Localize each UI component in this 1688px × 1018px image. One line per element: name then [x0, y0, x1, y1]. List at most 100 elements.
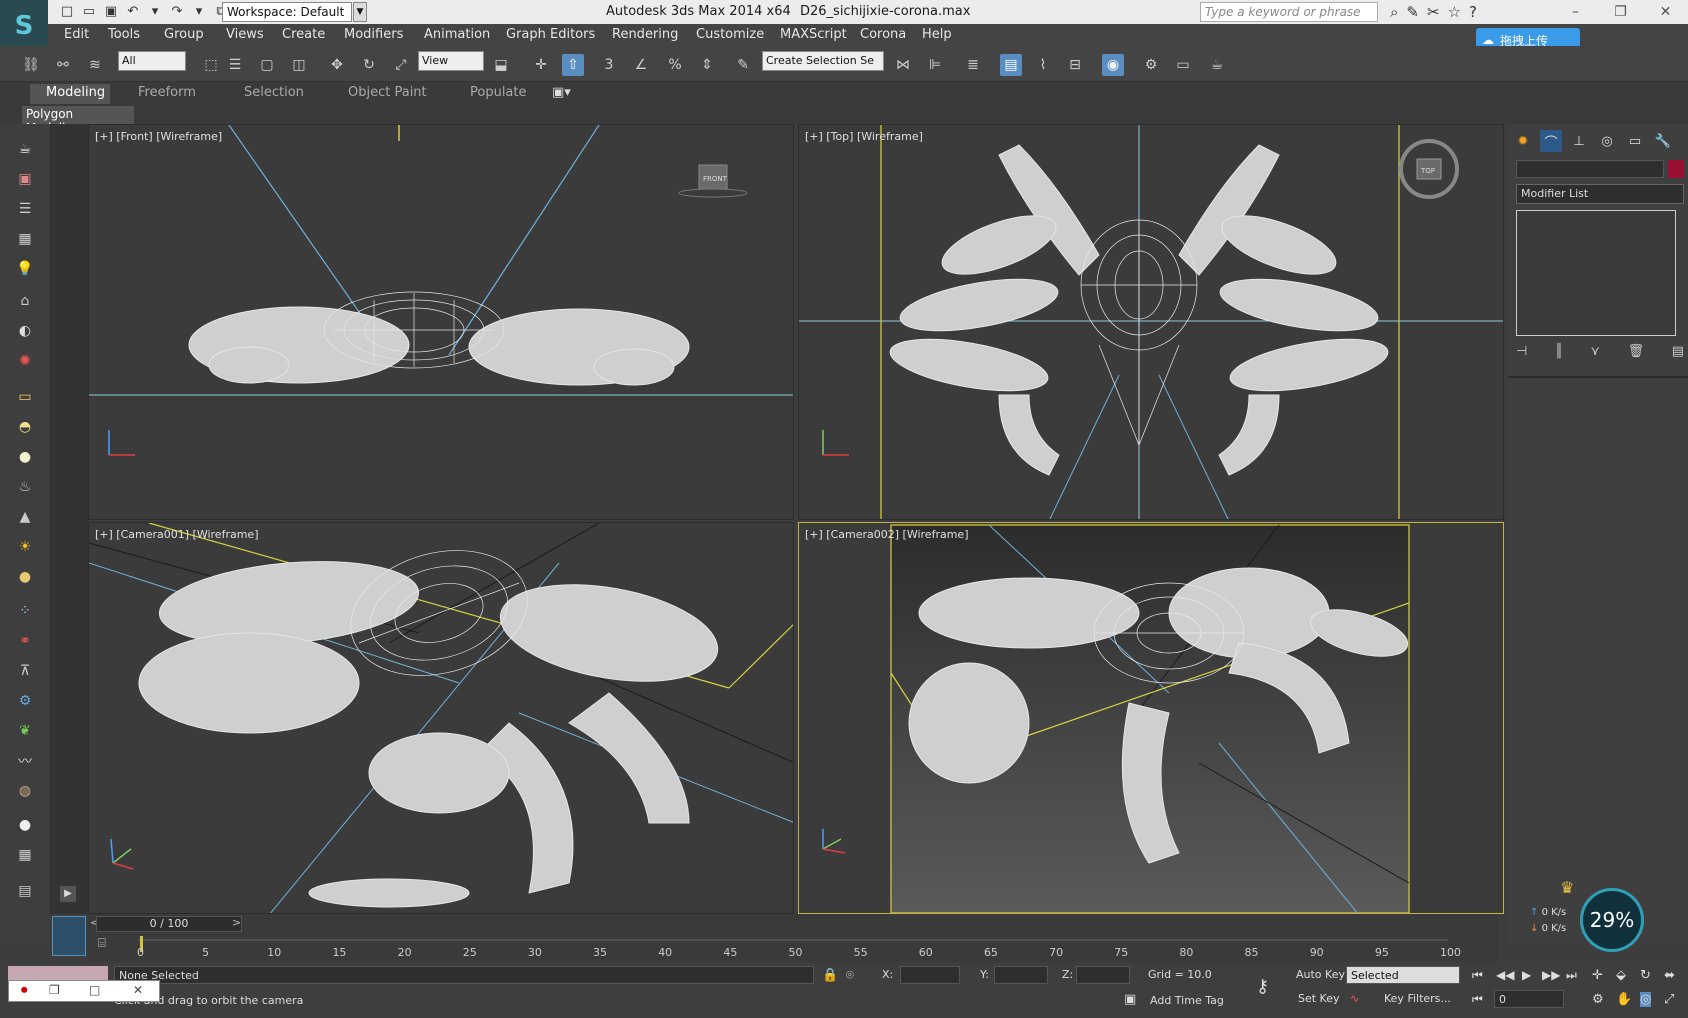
remove-modifier-icon[interactable]: 🗑 [1628, 344, 1645, 359]
workspace-arrow-icon[interactable]: ▼ [353, 2, 367, 22]
rendered-frame-window-icon[interactable]: ▭ [1172, 54, 1194, 76]
next-frame-icon[interactable]: ▶▶ [1542, 968, 1560, 982]
x-coordinate-field[interactable] [900, 966, 960, 984]
spinner-snap-icon[interactable]: ⇕ [696, 54, 718, 76]
edit-named-selection-icon[interactable]: ✎ [732, 54, 754, 76]
percent-snap-icon[interactable]: % [664, 54, 686, 76]
tab-freeform[interactable]: Freeform [138, 85, 196, 100]
object-name-field[interactable] [1516, 160, 1664, 178]
zoom-extents-icon[interactable]: ✛ [1592, 968, 1603, 983]
lock-selection-icon[interactable]: 🔒 [822, 968, 838, 983]
undo-icon[interactable]: ↶ [124, 2, 142, 20]
texture-icon[interactable]: ◍ [14, 780, 36, 802]
select-manipulate-icon[interactable]: ✛ [530, 54, 552, 76]
app-logo-icon[interactable]: S [0, 0, 48, 52]
material-editor-icon[interactable]: ◉ [1102, 54, 1124, 76]
table-icon[interactable]: ▦ [14, 228, 36, 250]
pin-stack-icon[interactable]: ⊣ [1516, 344, 1527, 359]
menu-rendering[interactable]: Rendering [612, 27, 678, 42]
auto-key-button[interactable]: Auto Key [1296, 968, 1345, 981]
pivot-center-icon[interactable]: ⬓ [490, 54, 512, 76]
scale-icon[interactable]: ⤢ [390, 54, 412, 76]
close-icon[interactable]: ✕ [1643, 0, 1688, 24]
redo-icon[interactable]: ↷ [168, 2, 186, 20]
object-color-swatch[interactable] [1668, 160, 1684, 178]
sun-icon[interactable]: ☀ [14, 536, 36, 558]
link-icon[interactable]: ⛓ [20, 54, 42, 76]
menu-tools[interactable]: Tools [108, 27, 140, 42]
viewport-layout-icon[interactable] [52, 916, 86, 956]
selection-filter-dropdown[interactable]: All [118, 51, 186, 71]
key-mode-dropdown[interactable]: Selected [1346, 966, 1460, 984]
list-icon[interactable]: ☰ [14, 198, 36, 220]
key-icon[interactable]: ⚷ [1256, 976, 1269, 997]
search-input[interactable]: Type a keyword or phrase [1200, 2, 1378, 22]
modifier-stack[interactable] [1516, 210, 1676, 336]
rotate-icon[interactable]: ↻ [358, 54, 380, 76]
tab-populate[interactable]: Populate [470, 85, 527, 100]
moon-icon[interactable]: ◐ [14, 320, 36, 342]
field-of-view-icon[interactable]: ⬙ [1616, 968, 1626, 983]
hierarchy-tab-icon[interactable]: ⊥ [1568, 130, 1590, 152]
maximize-viewport-icon[interactable]: ⤢ [1664, 992, 1674, 1007]
reference-coordinate-dropdown[interactable]: View [418, 51, 484, 71]
open-file-icon[interactable]: ▭ [80, 2, 98, 20]
tab-selection[interactable]: Selection [244, 85, 304, 100]
plane-icon[interactable]: ▭ [14, 386, 36, 408]
cone-icon[interactable]: ▲ [14, 506, 36, 528]
layer-manager-icon[interactable]: ≣ [962, 54, 984, 76]
viewport-camera002[interactable]: [+] [Camera002] [Wireframe] [798, 522, 1504, 914]
gear-icon[interactable]: ⚙ [14, 690, 36, 712]
minimize-icon[interactable]: – [1553, 0, 1598, 24]
make-unique-icon[interactable]: ⋎ [1590, 344, 1600, 359]
restore-icon[interactable]: ❐ [1598, 0, 1643, 24]
viewport-top[interactable]: [+] [Top] [Wireframe] TOP [798, 124, 1504, 520]
time-tag-icon[interactable]: ▣ [1124, 992, 1136, 1007]
y-coordinate-field[interactable] [994, 966, 1048, 984]
communication-icon[interactable]: ✎ [1406, 3, 1419, 21]
key-filters-button[interactable]: Key Filters... [1384, 992, 1451, 1005]
menu-maxscript[interactable]: MAXScript [780, 27, 847, 42]
viewport-label-camera002[interactable]: [+] [Camera002] [Wireframe] [805, 528, 968, 541]
display-tab-icon[interactable]: ▭ [1624, 130, 1646, 152]
time-config-icon[interactable]: ⚙ [1592, 992, 1604, 1007]
modifier-list-dropdown[interactable]: Modifier List [1516, 184, 1684, 204]
align-icon[interactable]: ⊫ [924, 54, 946, 76]
render-production-icon[interactable]: ☕ [1206, 54, 1228, 76]
viewport-label-top[interactable]: [+] [Top] [Wireframe] [805, 130, 923, 143]
dolly-icon[interactable]: ⬌ [1664, 968, 1675, 983]
camera-icon[interactable]: ⌂ [14, 290, 36, 312]
subscription-icon[interactable]: ✂ [1427, 3, 1440, 21]
menu-views[interactable]: Views [226, 27, 264, 42]
new-file-icon[interactable]: □ [58, 2, 76, 20]
menu-group[interactable]: Group [164, 27, 204, 42]
show-end-result-icon[interactable]: ║ [1555, 344, 1563, 359]
motion-tab-icon[interactable]: ◎ [1596, 130, 1618, 152]
current-frame-field[interactable]: 0 [1494, 990, 1564, 1008]
set-key-curve-icon[interactable]: ∿ [1350, 992, 1359, 1005]
undo-dropdown-icon[interactable]: ▾ [146, 2, 164, 20]
create-tab-icon[interactable]: ✹ [1512, 130, 1534, 152]
time-slider[interactable]: 0 / 100 [96, 916, 242, 932]
rect-selection-icon[interactable]: ▢ [256, 54, 278, 76]
keyboard-shortcut-override-icon[interactable]: ⇧ [562, 54, 584, 76]
sphere-icon[interactable]: ● [14, 446, 36, 468]
configure-sets-icon[interactable]: ▤ [1672, 344, 1684, 359]
save-icon[interactable]: ▣ [102, 2, 120, 20]
isolate-icon[interactable]: ⌾ [846, 968, 854, 983]
thumb-close-icon[interactable]: ✕ [133, 983, 143, 997]
expand-arrow-icon[interactable]: ▶ [60, 886, 76, 902]
modify-tab-icon[interactable]: ⌒ [1540, 130, 1562, 152]
set-key-button[interactable]: Set Key [1298, 992, 1340, 1005]
tripod-icon[interactable]: ⊼ [14, 660, 36, 682]
help-icon[interactable]: ? [1469, 3, 1477, 21]
script-icon[interactable]: ▤ [14, 880, 36, 902]
angle-snap-icon[interactable]: ∠ [630, 54, 652, 76]
teapot-icon[interactable]: ☕ [14, 138, 36, 160]
viewport-camera001[interactable]: [+] [Camera001] [Wireframe] [88, 522, 794, 914]
thumb-maximize-icon[interactable]: □ [89, 983, 100, 997]
goto-start-icon[interactable]: ⏮ [1472, 968, 1483, 983]
select-by-name-icon[interactable]: ☰ [224, 54, 246, 76]
white-sphere-icon[interactable]: ● [14, 814, 36, 836]
viewport-label-camera001[interactable]: [+] [Camera001] [Wireframe] [95, 528, 258, 541]
